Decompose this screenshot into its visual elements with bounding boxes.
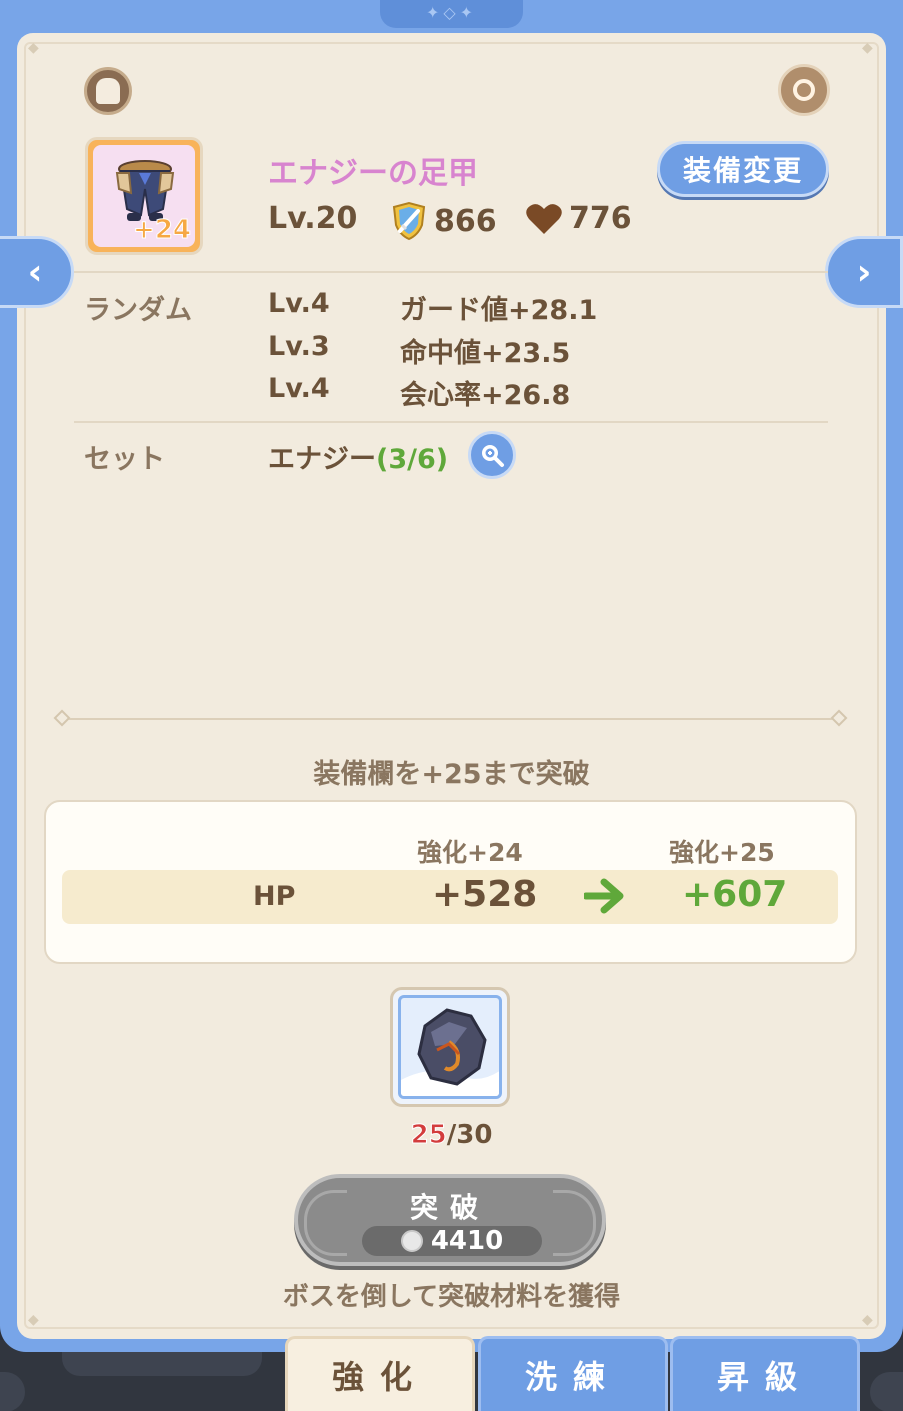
- corner-ornament: ◆: [862, 40, 873, 56]
- random-stat-value: ガード値+28.1: [400, 295, 598, 326]
- hp-value: 776: [569, 201, 632, 236]
- sparkle-icon: ✦◇✦: [425, 3, 478, 22]
- item-level: Lv.20: [268, 201, 358, 236]
- heart-icon: [526, 203, 562, 234]
- item-enhance-level: +24: [133, 215, 192, 246]
- next-stat-value: +607: [682, 874, 788, 915]
- hp-stat: 776: [525, 201, 632, 236]
- material-required: /30: [446, 1120, 493, 1150]
- shield-sword-icon: [392, 201, 426, 241]
- corner-ornament: ◆: [28, 40, 39, 56]
- change-equipment-button[interactable]: 装備変更: [657, 141, 829, 197]
- corner-ornament: ◆: [28, 1312, 39, 1328]
- item-name: エナジーの足甲: [268, 156, 478, 191]
- next-enhance-header: 強化+25: [669, 838, 775, 867]
- cost-value: 4410: [430, 1226, 504, 1256]
- current-stat-value: +528: [432, 874, 538, 915]
- divider: [74, 421, 828, 423]
- cost-display: 4410: [362, 1226, 542, 1256]
- set-count: (3/6): [376, 444, 449, 475]
- set-name: エナジー: [268, 444, 376, 475]
- set-info: エナジー(3/6): [268, 437, 448, 476]
- current-enhance-header: 強化+24: [417, 838, 523, 867]
- lock-icon[interactable]: [778, 64, 830, 116]
- tab-refine[interactable]: 洗練: [478, 1336, 668, 1411]
- tab-upgrade[interactable]: 昇級: [670, 1336, 860, 1411]
- set-detail-button[interactable]: [468, 431, 516, 479]
- random-stat-level: Lv.4: [268, 373, 330, 404]
- attack-value: 866: [434, 203, 497, 239]
- chevron-left-icon: ‹: [27, 251, 43, 293]
- material-count: 25/30: [0, 1120, 903, 1151]
- magnifier-icon: [482, 445, 504, 467]
- breakthrough-button-label: 突破: [409, 1191, 490, 1224]
- leg-slot-icon: [84, 67, 132, 115]
- random-stat-level: Lv.4: [268, 288, 330, 319]
- background-decoration: [870, 1372, 903, 1411]
- attack-stat: 866: [390, 201, 497, 241]
- ore-icon: [401, 1008, 499, 1096]
- arrow-right-icon: [584, 878, 624, 914]
- corner-ornament: ◆: [862, 1312, 873, 1328]
- frame-notch: ✦◇✦: [380, 0, 523, 28]
- material-slot[interactable]: [390, 987, 510, 1107]
- material-owned: 25: [410, 1120, 447, 1151]
- random-stat-level: Lv.3: [268, 331, 330, 362]
- divider: [74, 271, 828, 273]
- item-thumbnail: +24: [85, 137, 203, 255]
- previous-item-button[interactable]: ‹: [0, 236, 74, 308]
- random-stat-value: 命中値+23.5: [400, 338, 571, 369]
- random-stats-label: ランダム: [84, 295, 192, 326]
- ornate-divider: [64, 718, 838, 720]
- set-label: セット: [84, 444, 165, 475]
- material-hint: ボスを倒して突破材料を獲得: [282, 1282, 621, 1312]
- comparison-stat-name: HP: [253, 881, 296, 912]
- tab-enhance[interactable]: 強化: [285, 1336, 475, 1411]
- random-stat-value: 会心率+26.8: [400, 380, 571, 411]
- breakthrough-title: 装備欄を+25まで突破: [313, 759, 590, 790]
- breakthrough-button[interactable]: 突破 4410: [294, 1174, 606, 1266]
- chevron-right-icon: ›: [856, 251, 872, 293]
- silver-coin-icon: [400, 1230, 423, 1252]
- next-item-button[interactable]: ›: [825, 236, 903, 308]
